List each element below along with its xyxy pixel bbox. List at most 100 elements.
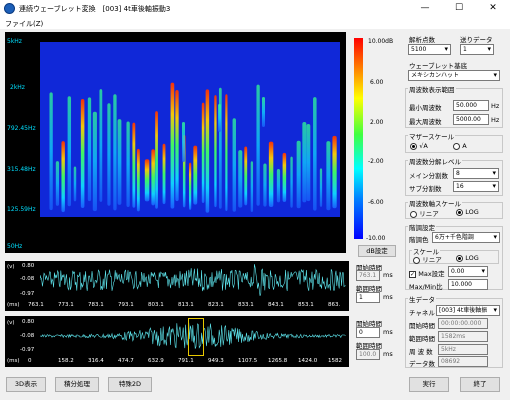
wave2-ylabel-mid: -0.08 [20, 333, 35, 339]
spectrogram-band [170, 82, 175, 209]
wave2-xtick: 1107.5 [238, 358, 258, 364]
feed-data-select[interactable]: 1 [460, 44, 494, 55]
maximize-button[interactable]: ☐ [442, 0, 476, 17]
raw-range-value: 1582ms [438, 331, 488, 342]
resolution-title: 周波数分解レベル [408, 156, 462, 166]
mother-sqrta-label: √A [419, 142, 428, 150]
spectrogram-band [80, 99, 85, 208]
scale-linear-radio[interactable] [413, 256, 420, 264]
mother-a-option[interactable]: A [453, 142, 467, 150]
sub-div-select[interactable]: 16 [453, 181, 499, 192]
channel-label: チャネル [409, 309, 435, 317]
max-setting-checkbox[interactable]: ✓ [409, 271, 416, 278]
maxmin-label: Max/Min比 [409, 283, 443, 291]
wave2-xtick: 0 [28, 358, 32, 364]
min-freq-input[interactable]: 50.000 [453, 100, 489, 111]
maxmin-input[interactable]: 10.000 [448, 279, 488, 290]
spectrogram-plot [40, 42, 340, 217]
spectrogram-band [49, 92, 53, 211]
spectrogram-band [262, 97, 265, 127]
wave1-start-unit: ms [383, 271, 393, 279]
max-setting-option[interactable]: ✓ Max設定 [409, 268, 445, 278]
spec-ylabel-792: 792.45Hz [7, 125, 36, 132]
analysis-points-select[interactable]: 5100 [408, 44, 451, 55]
tone-title: 階調設定 [408, 222, 436, 232]
spectrogram-band [268, 141, 274, 208]
wave1-x-axis: 763.1 773.1 783.1 793.1 803.1 813.1 823.1 833.1… [28, 302, 348, 310]
time-selection-box[interactable] [188, 318, 204, 356]
freq-scale-linear-option[interactable]: リニア [410, 208, 439, 218]
minimize-button[interactable]: — [408, 0, 442, 17]
wave2-x-axis: 0 158.2 316.4 474.7 632.9 791.1 949.3 1107.5 126… [28, 358, 348, 366]
main-div-label: メイン分割数 [409, 172, 448, 180]
freq-linear-label: リニア [419, 210, 439, 218]
wave1-start-input[interactable]: 763.1 [356, 270, 380, 281]
wave1-ylabel-top: 0.80 [22, 263, 35, 269]
max-value-select[interactable]: 0.00 [448, 266, 488, 277]
mother-a-radio[interactable] [453, 142, 460, 150]
spectrogram-band [205, 89, 210, 213]
wave2-xtick: 1424.0 [298, 358, 318, 364]
spectrogram-band [313, 97, 317, 211]
mother-sqrta-option[interactable]: √A [410, 142, 428, 150]
spectrogram-band [244, 146, 248, 206]
spectrogram-band [144, 159, 150, 202]
raw-range-label: 範囲時間 [409, 335, 435, 343]
spectrogram-band [214, 95, 217, 208]
spectrogram-band [87, 97, 92, 202]
wave2-unit-ms: (ms) [7, 358, 20, 364]
mother-scale-title: マザースケール [408, 131, 456, 141]
spec-ylabel-125: 125.59Hz [7, 206, 36, 213]
wave2-ylabel-bot: -0.97 [20, 347, 35, 353]
wave1-xtick: 793.1 [118, 302, 134, 308]
db-settings-button[interactable]: dB設定 [358, 245, 396, 257]
integrate-button[interactable]: 積分処理 [55, 377, 99, 392]
main-div-select[interactable]: 8 [453, 168, 499, 179]
scale-linear-option[interactable]: リニア [413, 254, 442, 264]
analysis-points-label: 解析点数 [409, 36, 435, 44]
spectrogram-band [155, 111, 158, 209]
spec-ylabel-50: 50Hz [7, 243, 23, 250]
wave1-xtick: 823.1 [208, 302, 224, 308]
channel-select[interactable]: [003] 4t車後軸振 [436, 305, 500, 316]
tone-color-select[interactable]: 6万+千色階調 [432, 232, 500, 243]
display-3d-button[interactable]: 3D表示 [6, 377, 46, 392]
run-button[interactable]: 実行 [409, 377, 449, 392]
spectrogram-band [326, 141, 331, 211]
special-2d-button[interactable]: 特殊2D [108, 377, 152, 392]
wave1-xtick: 803.1 [148, 302, 164, 308]
wave1-range-input[interactable]: 1 [356, 292, 380, 303]
freq-scale-title: 周波数軸スケール [408, 198, 462, 208]
wave2-range-input[interactable]: 100.0 [356, 349, 380, 360]
raw-count-value: 08692 [438, 356, 488, 367]
wavelet-select[interactable]: メキシカンハット [408, 70, 500, 81]
spectrogram-band [306, 124, 311, 202]
wave2-xtick: 791.1 [178, 358, 194, 364]
close-window-button[interactable]: ✕ [476, 0, 510, 17]
freq-log-label: LOG [465, 208, 479, 216]
mother-sqrta-radio[interactable] [410, 142, 417, 150]
max-freq-input[interactable]: 5000.00 [453, 114, 489, 125]
freq-linear-radio[interactable] [410, 210, 417, 218]
scale-log-radio[interactable] [456, 254, 463, 262]
menu-file[interactable]: ファイル(Z) [5, 19, 43, 29]
wave2-ylabel-top: 0.80 [22, 319, 35, 325]
spectrogram-band [282, 152, 287, 203]
scale-log-option[interactable]: LOG [456, 254, 479, 262]
freq-scale-log-option[interactable]: LOG [456, 208, 479, 216]
wave1-unit-v: (v) [7, 264, 15, 270]
colorbar-label-m10: -10.00 [366, 235, 386, 242]
wave2-start-input[interactable]: 0 [356, 327, 380, 338]
wave1-xtick: 783.1 [88, 302, 104, 308]
spectrogram-band [182, 122, 185, 162]
freq-log-radio[interactable] [456, 208, 463, 216]
close-button[interactable]: 終了 [460, 377, 500, 392]
wavelet-label: ウェーブレット基底 [409, 62, 468, 70]
spectrogram-band [136, 148, 140, 212]
raw-data-title: 生データ [408, 294, 436, 304]
wave2-xtick: 1265.8 [268, 358, 288, 364]
spectrogram-band [92, 111, 97, 212]
max-setting-label: Max設定 [418, 270, 445, 278]
min-freq-unit: Hz [491, 102, 500, 110]
wave2-unit-v: (v) [7, 320, 15, 326]
